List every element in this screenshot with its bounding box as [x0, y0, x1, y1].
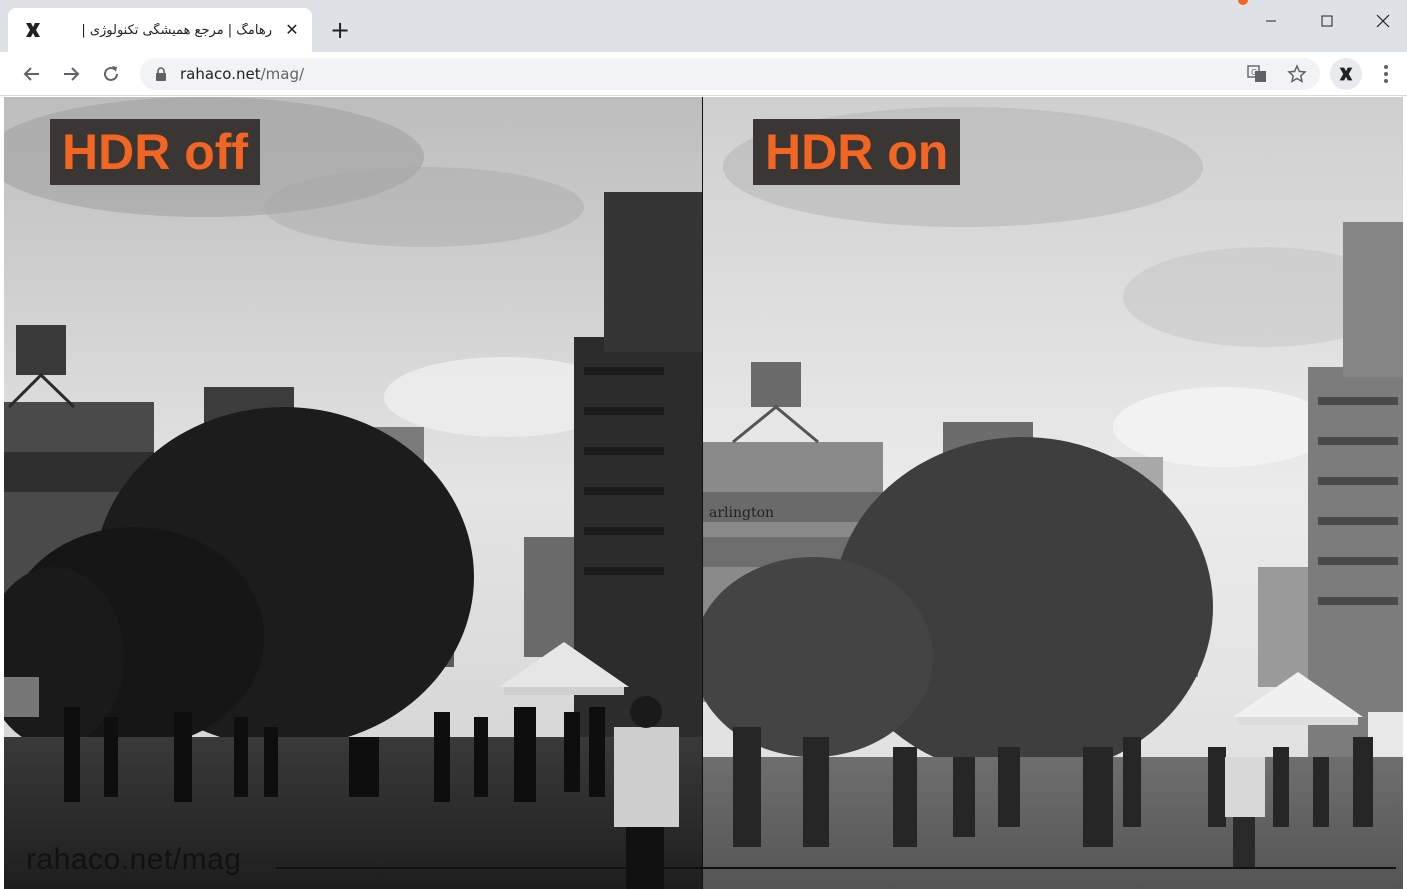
- browser-tab[interactable]: رهامگ | مرجع همیشگی تکنولوژی | ✕: [8, 8, 312, 52]
- tab-close-icon[interactable]: ✕: [282, 20, 302, 40]
- lock-icon: [156, 67, 166, 81]
- reload-icon: [104, 66, 118, 81]
- kebab-menu-icon: [1384, 65, 1388, 83]
- translate-icon: G: [1247, 65, 1266, 82]
- reload-button[interactable]: [97, 60, 125, 88]
- maximize-button[interactable]: [1304, 6, 1350, 36]
- new-tab-button[interactable]: +: [326, 16, 354, 44]
- translate-button[interactable]: G: [1242, 59, 1272, 89]
- hdr-comparison-image: HDR off arlington HDR on rahaco.net/mag: [4, 97, 1403, 889]
- hdr-on-photo: arlington HDR on: [703, 97, 1403, 889]
- maximize-icon: [1321, 15, 1333, 27]
- browser-menu-button[interactable]: [1374, 60, 1398, 88]
- bookmark-star-button[interactable]: [1282, 59, 1312, 89]
- hdr-off-label: HDR off: [50, 119, 261, 185]
- address-bar[interactable]: rahaco.net/mag/: [140, 58, 1320, 90]
- minimize-button[interactable]: [1248, 6, 1294, 36]
- svg-text:G: G: [1251, 68, 1257, 77]
- close-window-button[interactable]: [1360, 6, 1406, 36]
- watermark-text: rahaco.net/mag: [26, 843, 242, 876]
- watermark-line: [276, 867, 1396, 869]
- accent-dot: [1238, 0, 1248, 5]
- url-host: rahaco.net: [180, 65, 261, 83]
- back-arrow-icon: [23, 67, 39, 81]
- extension-button[interactable]: [1330, 58, 1362, 90]
- hdr-off-photo: HDR off: [4, 97, 702, 889]
- hdr-on-label: HDR on: [753, 119, 961, 185]
- forward-arrow-icon: [64, 67, 80, 81]
- hdr-off-scene: [4, 97, 702, 889]
- rahaco-logo-icon: [26, 23, 40, 37]
- minimize-icon: [1266, 20, 1276, 22]
- forward-button[interactable]: [57, 60, 85, 88]
- star-icon: [1287, 64, 1307, 83]
- hdr-on-scene: arlington: [703, 97, 1403, 889]
- close-icon: [1376, 14, 1390, 28]
- url-path: /mag/: [260, 65, 305, 83]
- extension-icon: [1339, 67, 1353, 81]
- tab-title: رهامگ | مرجع همیشگی تکنولوژی |: [81, 22, 272, 38]
- browser-toolbar: rahaco.net/mag/ G: [0, 52, 1407, 96]
- back-button[interactable]: [18, 60, 46, 88]
- svg-text:arlington: arlington: [709, 505, 774, 521]
- browser-title-bar: رهامگ | مرجع همیشگی تکنولوژی | ✕ +: [0, 0, 1407, 52]
- url-text: rahaco.net/mag/: [180, 65, 304, 83]
